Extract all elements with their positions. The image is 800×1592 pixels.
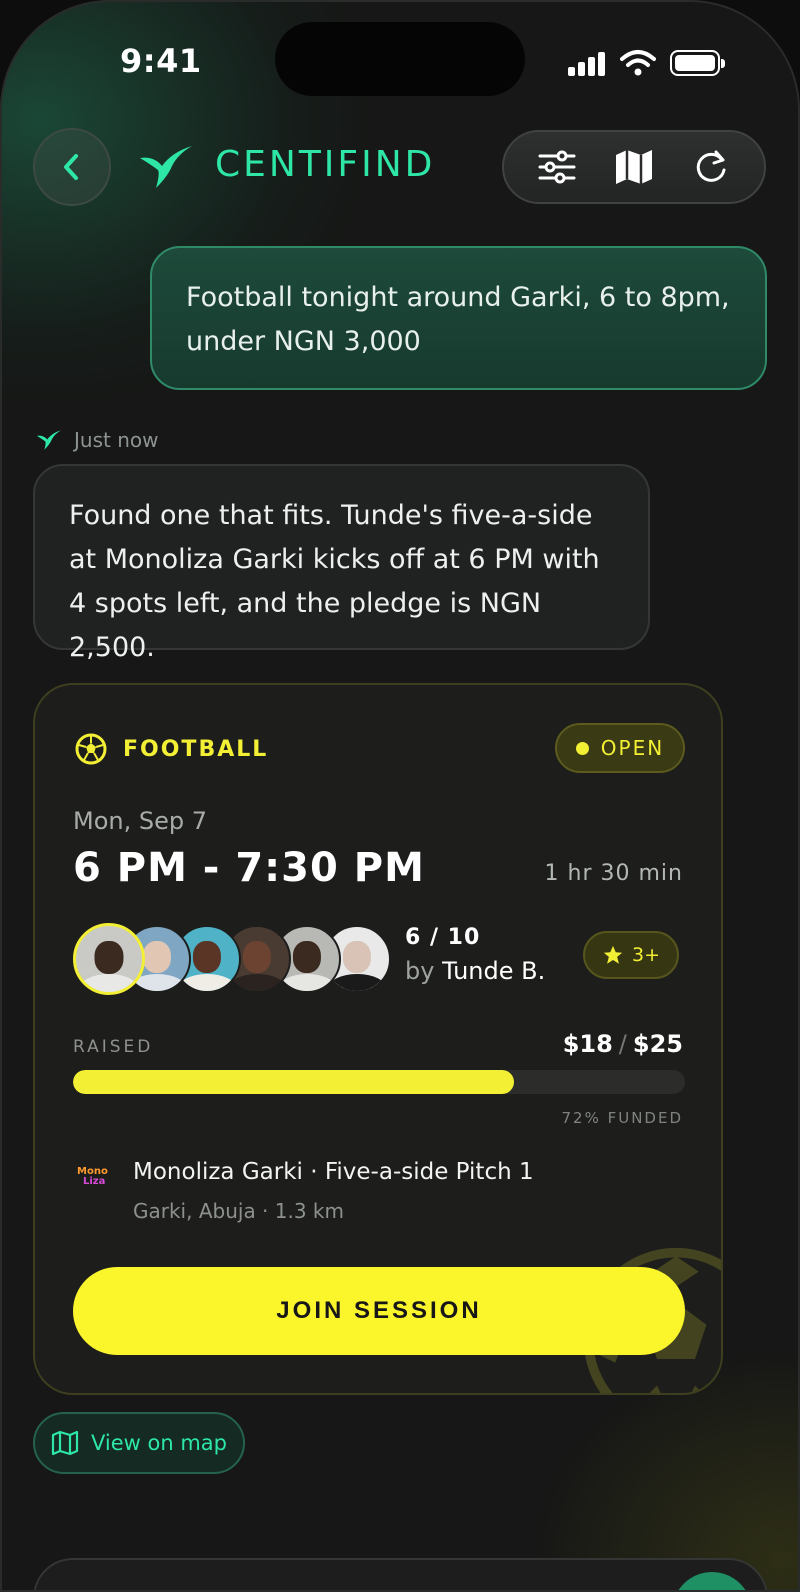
venue-name: Monoliza Garki · Five-a-side Pitch 1 [133, 1159, 534, 1185]
funding-progress-bar [73, 1070, 685, 1094]
host-name: Tunde B. [442, 957, 546, 985]
wifi-icon [620, 50, 656, 76]
sliders-icon [538, 150, 576, 184]
dynamic-island [275, 22, 525, 96]
host-line: by Tunde B. [405, 957, 545, 985]
rating-badge: 3+ [583, 931, 679, 979]
session-date: Mon, Sep 7 [73, 807, 207, 835]
host-prefix: by [405, 957, 435, 985]
participant-avatars[interactable] [73, 923, 391, 997]
view-on-map-label: View on map [91, 1431, 227, 1455]
map-view-button[interactable] [610, 143, 658, 191]
battery-icon [670, 50, 725, 76]
assistant-message-bubble: Found one that fits. Tunde's five-a-side… [33, 464, 650, 663]
venue-address: Garki, Abuja · 1.3 km [133, 1199, 344, 1223]
session-duration: 1 hr 30 min [544, 861, 683, 886]
goal-value: $25 [632, 1030, 683, 1058]
brand-name: CENTIFIND [215, 144, 436, 185]
user-message-bubble: Football tonight around Garki, 6 to 8pm,… [150, 246, 767, 390]
funding-progress-fill [73, 1070, 514, 1094]
sport-tag: FOOTBALL [75, 733, 268, 765]
message-timestamp: Just now [74, 428, 159, 452]
toolbar [502, 130, 766, 204]
app-screen: 9:41 CENTIFIND Football tonight around G… [0, 0, 800, 1592]
back-button[interactable] [33, 128, 111, 206]
join-session-button[interactable]: JOIN SESSION [73, 1267, 685, 1355]
session-time-range: 6 PM - 7:30 PM [73, 845, 425, 891]
football-icon [75, 733, 107, 765]
raised-amount: $18/$25 [562, 1030, 683, 1058]
map-icon [51, 1430, 79, 1456]
map-icon [615, 150, 652, 184]
status-badge: OPEN [555, 723, 685, 773]
cellular-signal-icon [568, 52, 606, 76]
filter-button[interactable] [533, 143, 581, 191]
refresh-icon [697, 150, 726, 182]
status-time: 9:41 [120, 42, 202, 80]
raised-label: RAISED [73, 1037, 154, 1057]
rating-value: 3+ [631, 944, 660, 966]
status-text: OPEN [600, 736, 665, 760]
status-dot-icon [575, 741, 589, 755]
assistant-meta: Just now [36, 428, 158, 452]
message-composer[interactable] [33, 1558, 768, 1592]
refresh-button[interactable] [687, 143, 735, 191]
funded-percent: 72% FUNDED [561, 1109, 683, 1127]
star-icon [603, 945, 623, 964]
player-count: 6 / 10 [405, 925, 481, 950]
centifind-logo-icon [36, 430, 62, 450]
view-on-map-button[interactable]: View on map [33, 1412, 245, 1474]
session-card[interactable]: FOOTBALL OPEN Mon, Sep 7 6 PM - 7:30 PM … [33, 683, 723, 1395]
centifind-logo-icon [140, 146, 192, 188]
venue-logo: Mono Liza [77, 1166, 108, 1187]
avatar [73, 923, 145, 995]
chevron-left-icon [64, 154, 78, 180]
raised-value: $18 [562, 1030, 613, 1058]
sport-label: FOOTBALL [123, 736, 269, 762]
